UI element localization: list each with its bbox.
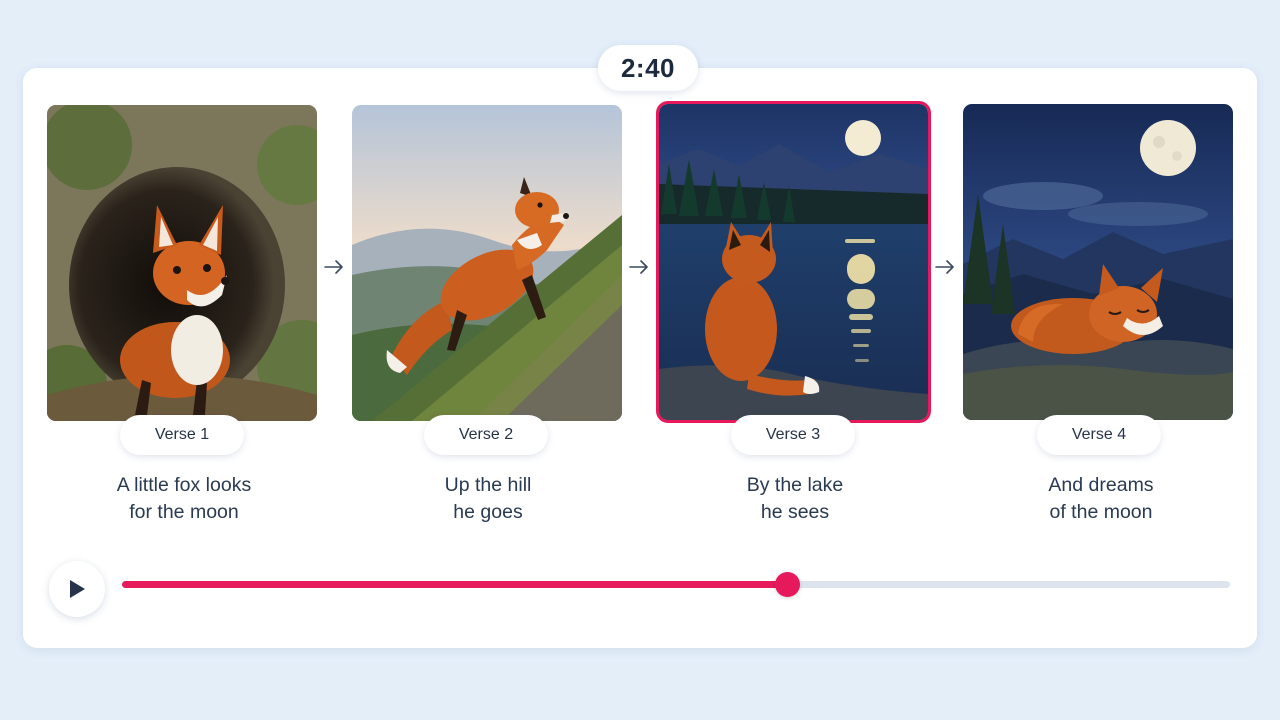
verse-3-image[interactable] — [656, 101, 931, 423]
verse-3-label[interactable]: Verse 3 — [731, 415, 855, 455]
verse-3-lyric: By the lake he sees — [746, 474, 844, 523]
verse-4-image[interactable] — [963, 104, 1233, 420]
verse-2-label[interactable]: Verse 2 — [424, 415, 548, 455]
verse-1-lyric: A little fox looks for the moon — [116, 474, 252, 523]
verse-4-lyric: And dreams of the moon — [1048, 474, 1154, 523]
verse-2-lyric: Up the hill he goes — [444, 474, 532, 523]
verse-1-label[interactable]: Verse 1 — [120, 415, 244, 455]
verse-2-image[interactable] — [352, 105, 622, 421]
arrow-right-icon — [628, 256, 650, 278]
time-display: 2:40 — [598, 45, 698, 91]
play-icon — [70, 580, 85, 598]
verse-4-label[interactable]: Verse 4 — [1037, 415, 1161, 455]
progress-thumb[interactable] — [774, 572, 800, 597]
verse-1-image[interactable] — [47, 105, 317, 421]
progress-fill — [122, 581, 787, 588]
arrow-right-icon — [323, 256, 345, 278]
progress-track[interactable] — [122, 572, 1230, 597]
play-button[interactable] — [49, 561, 105, 617]
arrow-right-icon — [934, 256, 956, 278]
